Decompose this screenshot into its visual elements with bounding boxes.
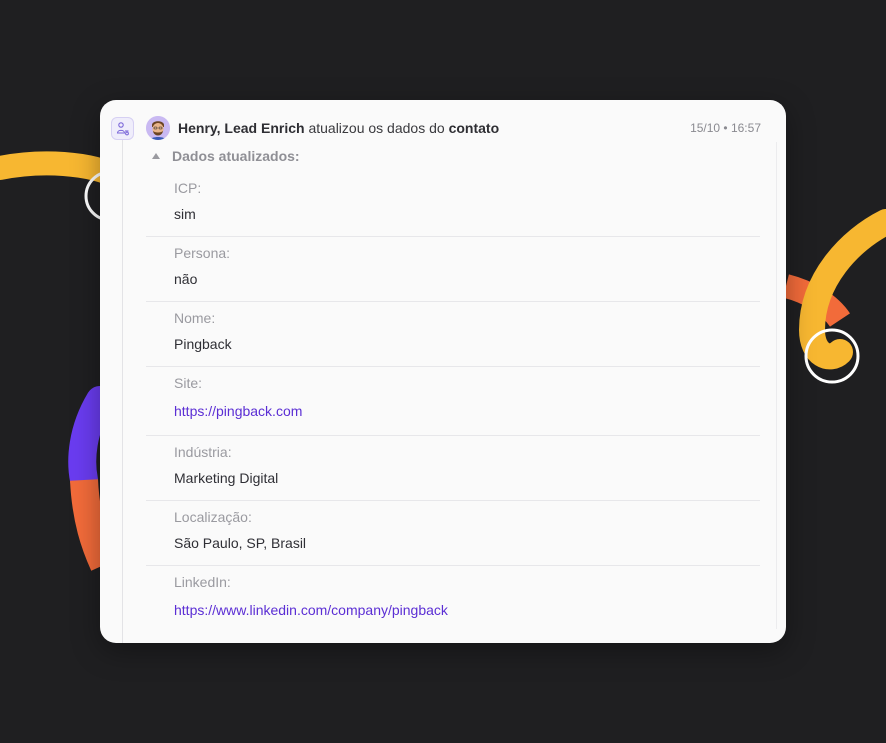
timestamp: 15/10 • 16:57 <box>690 121 761 135</box>
field-localizacao: Localização: São Paulo, SP, Brasil <box>146 501 760 566</box>
timeline-line <box>122 140 123 643</box>
site-link[interactable]: https://pingback.com <box>174 398 760 435</box>
field-value: não <box>174 271 198 287</box>
activity-card: Henry, Lead Enrich atualizou os dados do… <box>100 100 786 643</box>
toggle-label: Dados atualizados: <box>172 148 300 164</box>
field-value: São Paulo, SP, Brasil <box>174 535 307 551</box>
field-label: Localização: <box>174 509 252 525</box>
field-label: ICP: <box>174 180 202 196</box>
field-icp: ICP: sim <box>146 172 760 237</box>
updated-fields-list: ICP: sim Persona: não Nome: Pingback Sit… <box>146 172 760 634</box>
field-value: Pingback <box>174 336 232 352</box>
linkedin-link[interactable]: https://www.linkedin.com/company/pingbac… <box>174 597 760 634</box>
action-text: atualizou os dados do <box>308 120 445 136</box>
field-site: Site: https://pingback.com <box>146 367 760 436</box>
actor-name[interactable]: Henry, Lead Enrich <box>178 120 305 136</box>
toggle-updated-data[interactable]: Dados atualizados: <box>152 148 300 164</box>
card-divider <box>776 142 777 629</box>
activity-header: Henry, Lead Enrich atualizou os dados do… <box>178 120 499 136</box>
field-industria: Indústria: Marketing Digital <box>146 436 760 501</box>
field-label: Nome: <box>174 310 216 326</box>
field-label: Persona: <box>174 245 231 261</box>
avatar[interactable] <box>146 116 170 140</box>
field-persona: Persona: não <box>146 237 760 302</box>
contact-flow-icon[interactable] <box>111 117 134 140</box>
field-value: sim <box>174 206 196 222</box>
caret-up-icon <box>152 152 160 159</box>
field-label: Site: <box>174 375 203 391</box>
field-linkedin: LinkedIn: https://www.linkedin.com/compa… <box>146 566 760 634</box>
field-nome: Nome: Pingback <box>146 302 760 367</box>
object-name[interactable]: contato <box>449 120 500 136</box>
field-value: Marketing Digital <box>174 470 279 486</box>
field-label: Indústria: <box>174 444 232 460</box>
field-label: LinkedIn: <box>174 574 231 590</box>
